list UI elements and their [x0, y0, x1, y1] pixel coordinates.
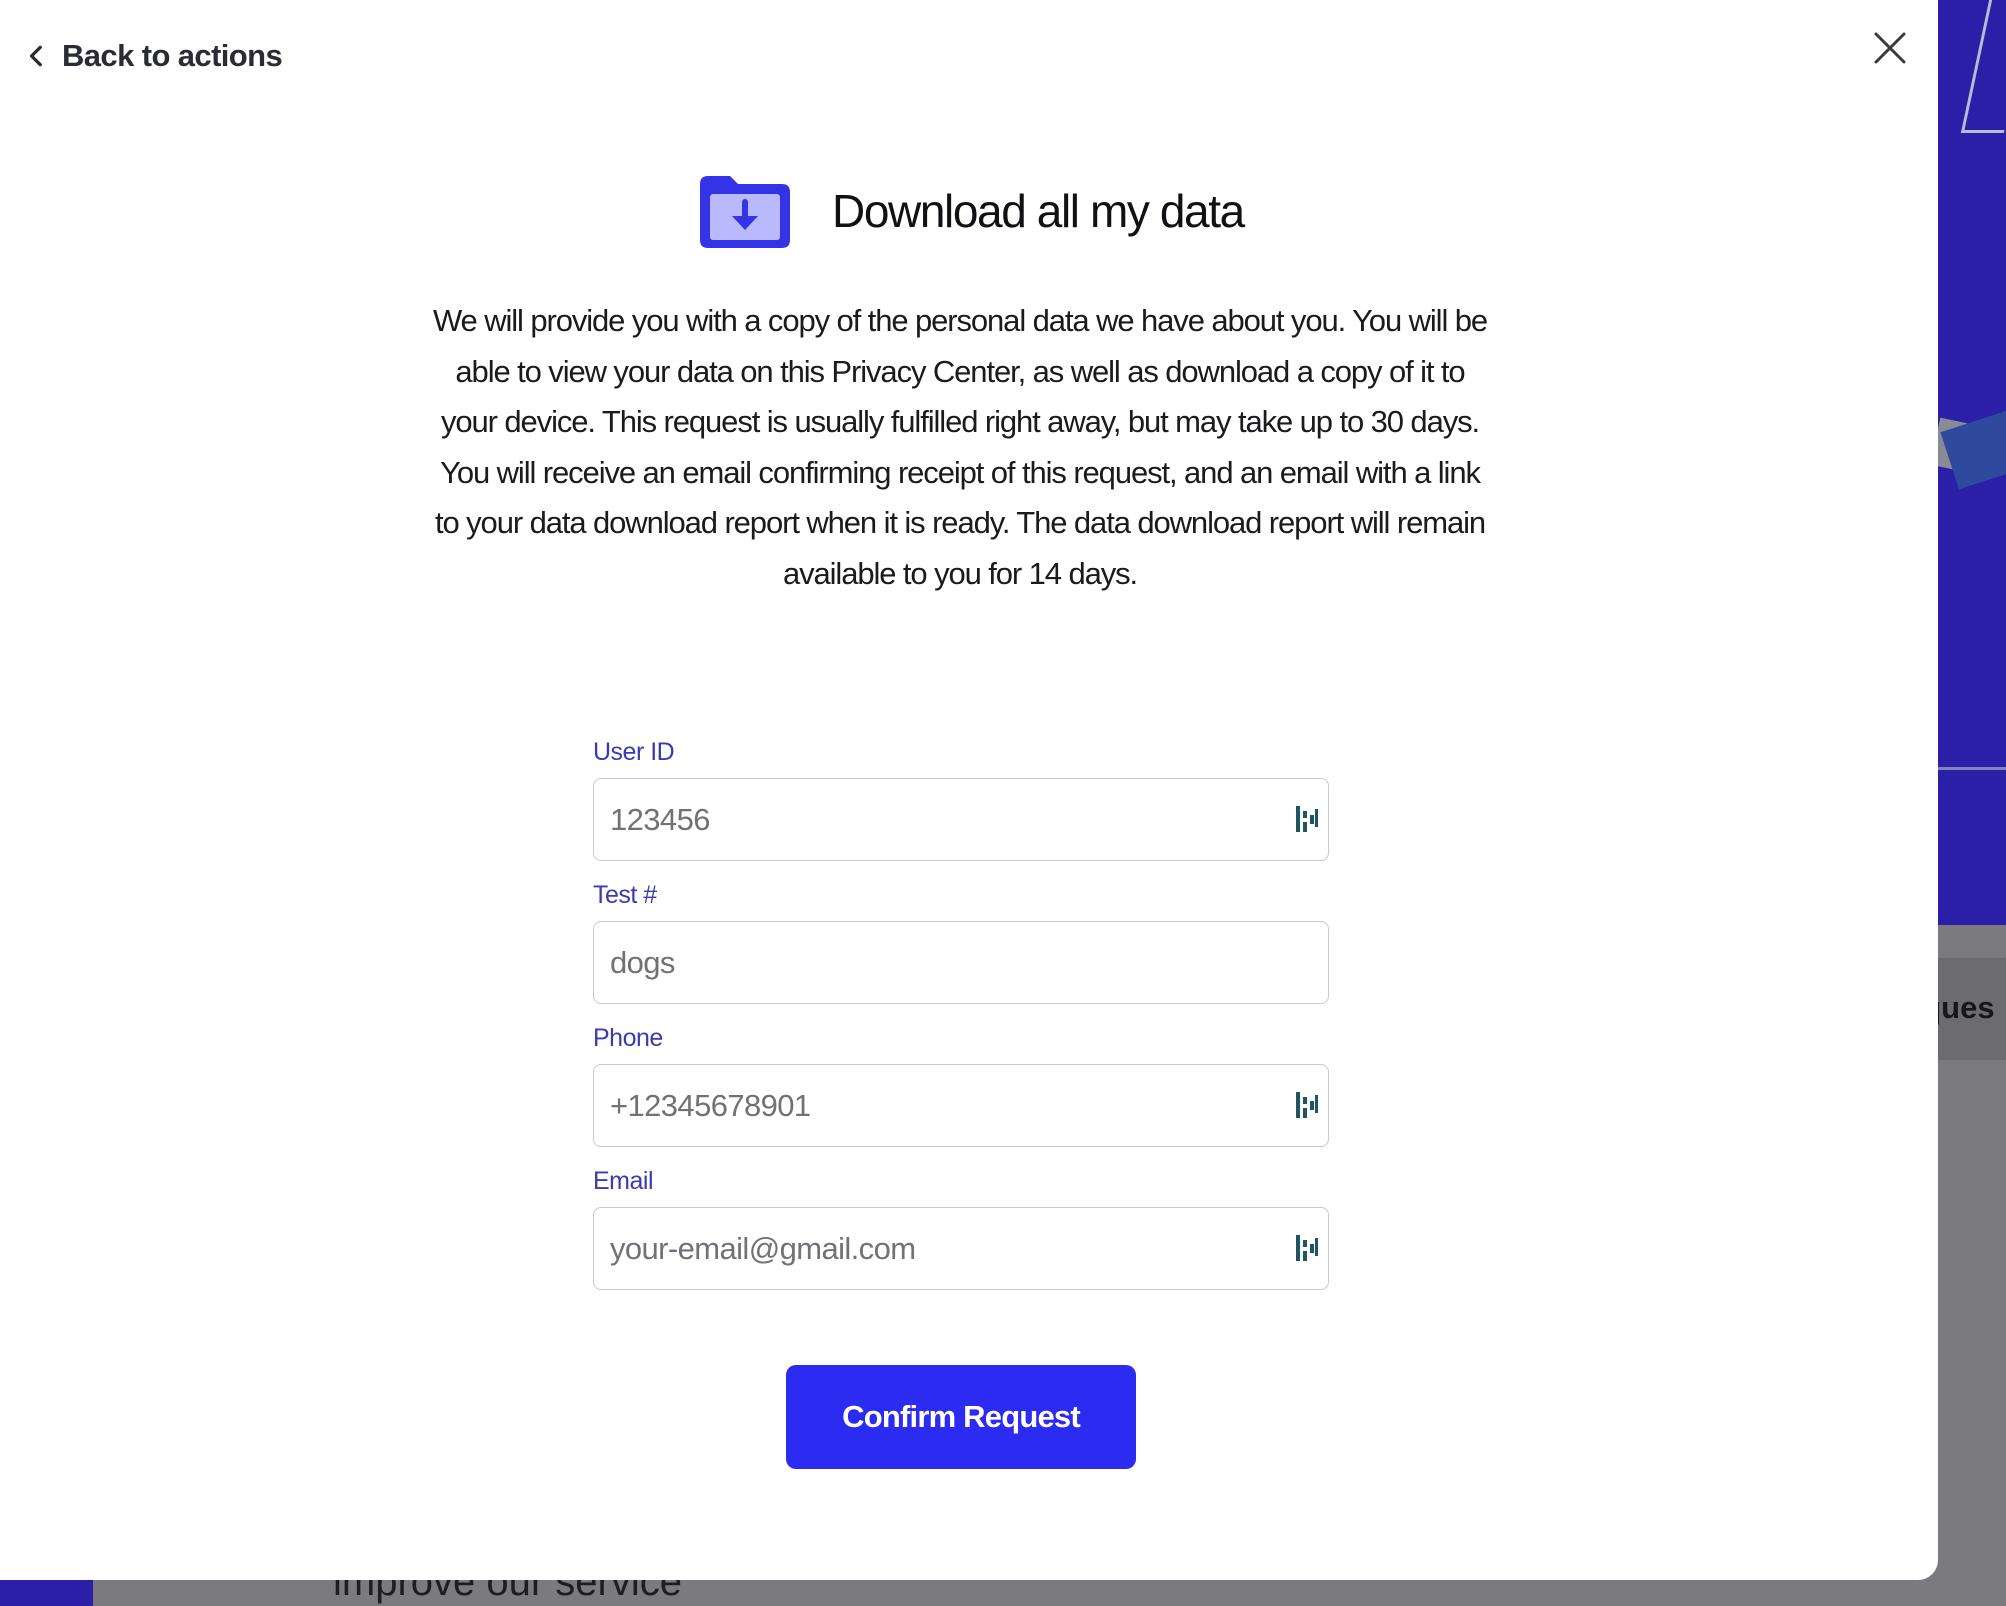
confirm-request-button[interactable]: Confirm Request — [786, 1365, 1136, 1469]
user-id-label: User ID — [593, 738, 675, 766]
decorative-line — [1938, 767, 2006, 770]
back-to-actions-link[interactable]: Back to actions — [24, 32, 283, 80]
description-text: We will provide you with a copy of the p… — [432, 303, 1488, 591]
phone-field: Phone — [593, 1022, 1329, 1147]
phone-input-wrapper — [593, 1064, 1329, 1147]
modal-header: Download all my data — [700, 172, 1245, 250]
close-icon[interactable] — [1870, 28, 1910, 68]
email-input-wrapper — [593, 1207, 1329, 1290]
background-strip — [0, 1578, 93, 1606]
back-link-label: Back to actions — [62, 38, 283, 73]
test-number-input[interactable] — [594, 922, 1328, 1003]
user-id-input-wrapper — [593, 778, 1329, 861]
password-manager-icon[interactable] — [1294, 1089, 1320, 1121]
page-title: Download all my data — [832, 185, 1245, 237]
phone-input[interactable] — [594, 1065, 1328, 1146]
user-id-input[interactable] — [594, 779, 1328, 860]
password-manager-icon[interactable] — [1294, 803, 1320, 835]
email-label: Email — [593, 1167, 654, 1195]
email-field: Email — [593, 1165, 1329, 1290]
phone-label: Phone — [593, 1024, 663, 1052]
email-input[interactable] — [594, 1208, 1328, 1289]
test-number-input-wrapper — [593, 921, 1329, 1004]
password-manager-icon[interactable] — [1294, 1232, 1320, 1264]
download-data-modal: Back to actions Download all my data We … — [0, 0, 1938, 1580]
decorative-shape — [1960, 0, 2006, 133]
request-form: User ID Test # Phone — [593, 736, 1329, 1308]
test-number-field: Test # — [593, 879, 1329, 1004]
user-id-field: User ID — [593, 736, 1329, 861]
folder-download-icon — [700, 176, 790, 248]
chevron-left-icon — [29, 45, 42, 67]
test-number-label: Test # — [593, 881, 657, 909]
